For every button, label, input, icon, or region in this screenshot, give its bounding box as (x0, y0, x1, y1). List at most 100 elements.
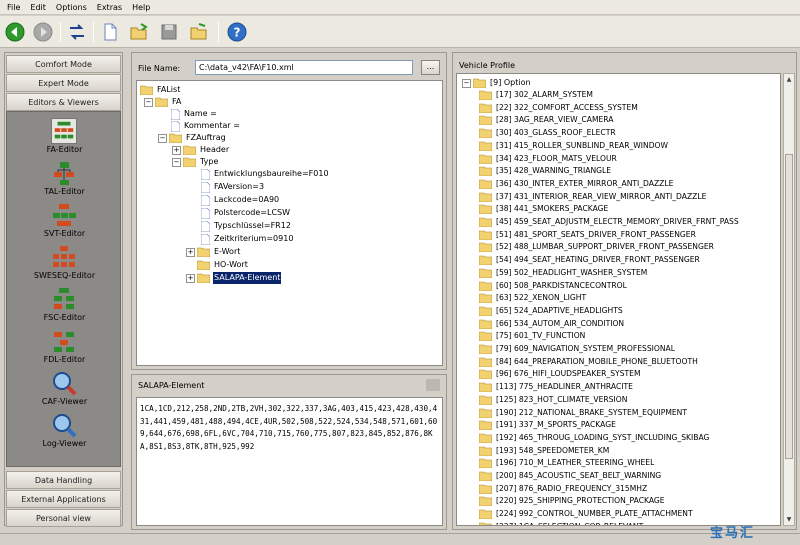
option-item[interactable]: [75] 601_TV_FUNCTION (479, 330, 586, 342)
caf-viewer-item[interactable]: CAF-Viewer (7, 370, 122, 412)
fa-editor-item[interactable]: FA-Editor (7, 118, 122, 160)
help-button[interactable]: ? (226, 21, 248, 43)
tree-node-typschluessel[interactable]: Typschlüssel=FR12 (201, 220, 292, 232)
option-item[interactable]: [63] 522_XENON_LIGHT (479, 292, 587, 304)
new-button[interactable] (99, 21, 121, 43)
open-button[interactable] (128, 21, 150, 43)
tree-label-option: [9] Option (490, 78, 531, 87)
option-item[interactable]: [207] 876_RADIO_FREQUENCY_315MHZ (479, 483, 648, 495)
option-item[interactable]: [193] 548_SPEEDOMETER_KM (479, 445, 610, 457)
editors-viewers-button[interactable]: Editors & Viewers (6, 93, 121, 111)
option-item[interactable]: [220] 925_SHIPPING_PROTECTION_PACKAGE (479, 495, 666, 507)
option-item[interactable]: [191] 337_M_SPORTS_PACKAGE (479, 419, 617, 431)
option-item[interactable]: [66] 534_AUTOM_AIR_CONDITION (479, 318, 625, 330)
tree-node-type[interactable]: − Type (172, 156, 219, 168)
option-item[interactable]: [30] 403_GLASS_ROOF_ELECTR (479, 127, 617, 139)
toolbar: ? (0, 16, 800, 48)
tree-node-ewort[interactable]: + E-Wort (186, 246, 241, 258)
tree-node-option[interactable]: − [9] Option (462, 77, 532, 89)
tree-node-zeitkriterium[interactable]: Zeitkriterium=0910 (201, 233, 294, 245)
tree-node-name[interactable]: Name = (171, 108, 218, 120)
option-item[interactable]: [51] 481_SPORT_SEATS_DRIVER_FRONT_PASSEN… (479, 229, 697, 241)
forward-button[interactable] (32, 21, 54, 43)
folder-icon (183, 157, 196, 167)
tree-node-lackcode[interactable]: Lackcode=0A90 (201, 194, 280, 206)
option-item[interactable]: [28] 3AG_REAR_VIEW_CAMERA (479, 114, 614, 126)
option-item[interactable]: [38] 441_SMOKERS_PACKAGE (479, 203, 609, 215)
option-item[interactable]: [31] 415_ROLLER_SUNBLIND_REAR_WINDOW (479, 140, 669, 152)
tal-editor-icon (54, 162, 74, 185)
external-applications-button[interactable]: External Applications (6, 490, 121, 508)
browse-button[interactable]: ... (421, 60, 440, 75)
collapse-toggle[interactable]: − (144, 97, 153, 107)
scrollbar-thumb[interactable] (785, 154, 793, 459)
tree-node-fzauftrag[interactable]: − FZAuftrag (158, 132, 227, 144)
option-item[interactable]: [22] 322_COMFORT_ACCESS_SYSTEM (479, 102, 639, 114)
data-handling-button[interactable]: Data Handling (6, 471, 121, 489)
collapse-toggle[interactable]: − (172, 157, 181, 167)
option-item[interactable]: [60] 508_PARKDISTANCECONTROL (479, 280, 628, 292)
option-item[interactable]: [35] 428_WARNING_TRIANGLE (479, 165, 612, 177)
option-item[interactable]: [200] 845_ACOUSTIC_SEAT_BELT_WARNING (479, 470, 662, 482)
tree-node-polstercode[interactable]: Polstercode=LCSW (201, 207, 291, 219)
file-name-input[interactable] (195, 60, 413, 75)
option-item[interactable]: [224] 992_CONTROL_NUMBER_PLATE_ATTACHMEN… (479, 508, 694, 520)
salapa-element-text[interactable]: 1CA,1CD,212,258,2ND,2TB,2VH,302,322,337,… (136, 397, 443, 526)
option-item[interactable]: [34] 423_FLOOR_MATS_VELOUR (479, 153, 618, 165)
tree-node-fa[interactable]: − FA (144, 96, 182, 108)
option-item[interactable]: [125] 823_HOT_CLIMATE_VERSION (479, 394, 628, 406)
option-item[interactable]: [196] 710_M_LEATHER_STEERING_WHEEL (479, 457, 655, 469)
option-item[interactable]: [192] 465_THROUG_LOADING_SYST_INCLUDING_… (479, 432, 710, 444)
menu-options[interactable]: Options (51, 0, 92, 15)
panel-pin-icon[interactable] (426, 379, 440, 391)
expert-mode-button[interactable]: Expert Mode (6, 74, 121, 92)
log-viewer-item[interactable]: Log-Viewer (7, 412, 122, 454)
transfer-button[interactable] (66, 21, 88, 43)
tree-node-faversion[interactable]: FAVersion=3 (201, 181, 265, 193)
tree-node-entwicklungsbaureihe[interactable]: Entwicklungsbaureihe=F010 (201, 168, 330, 180)
comfort-mode-button[interactable]: Comfort Mode (6, 55, 121, 73)
vertical-scrollbar[interactable]: ▲ ▼ (783, 73, 795, 526)
tree-node-salapa[interactable]: + SALAPA-Element (186, 272, 282, 284)
expand-toggle[interactable]: + (186, 247, 195, 257)
option-item[interactable]: [190] 212_NATIONAL_BRAKE_SYSTEM_EQUIPMEN… (479, 407, 688, 419)
collapse-toggle[interactable]: − (462, 78, 471, 88)
scroll-up-icon[interactable]: ▲ (784, 74, 794, 85)
tree-node-falist[interactable]: FAList (140, 84, 181, 96)
svt-editor-item[interactable]: SVT-Editor (7, 202, 122, 244)
option-item[interactable]: [113] 775_HEADLINER_ANTHRACITE (479, 381, 634, 393)
option-item[interactable]: [37] 431_INTERIOR_REAR_VIEW_MIRROR_ANTI_… (479, 191, 707, 203)
option-item[interactable]: [54] 494_SEAT_HEATING_DRIVER_FRONT_PASSE… (479, 254, 701, 266)
menu-extras[interactable]: Extras (92, 0, 127, 15)
option-item[interactable]: [45] 459_SEAT_ADJUSTM_ELECTR_MEMORY_DRIV… (479, 216, 740, 228)
menu-file[interactable]: File (2, 0, 25, 15)
fdl-editor-item[interactable]: FDL-Editor (7, 328, 122, 370)
option-item[interactable]: [36] 430_INTER_EXTER_MIRROR_ANTI_DAZZLE (479, 178, 674, 190)
expand-toggle[interactable]: + (186, 273, 195, 283)
sweseq-editor-item[interactable]: SWESEQ-Editor (7, 244, 122, 286)
collapse-toggle[interactable]: − (158, 133, 167, 143)
scroll-down-icon[interactable]: ▼ (784, 514, 794, 525)
option-item[interactable]: [96] 676_HIFI_LOUDSPEAKER_SYSTEM (479, 368, 642, 380)
option-item[interactable]: [59] 502_HEADLIGHT_WASHER_SYSTEM (479, 267, 648, 279)
expand-toggle[interactable]: + (172, 145, 181, 155)
menu-help[interactable]: Help (127, 0, 155, 15)
open-file-button[interactable] (188, 21, 210, 43)
menu-edit[interactable]: Edit (25, 0, 51, 15)
personal-view-button[interactable]: Personal view (6, 509, 121, 527)
tal-editor-item[interactable]: TAL-Editor (7, 160, 122, 202)
option-item-label: [51] 481_SPORT_SEATS_DRIVER_FRONT_PASSEN… (496, 229, 696, 239)
tree-node-howort[interactable]: HO-Wort (197, 259, 249, 271)
option-item[interactable]: [52] 488_LUMBAR_SUPPORT_DRIVER_FRONT_PAS… (479, 241, 715, 253)
option-item[interactable]: [227] 1CA_SELECTION_COP_RELEVANT (479, 521, 644, 525)
fsc-editor-item[interactable]: FSC-Editor (7, 286, 122, 328)
option-item[interactable]: [65] 524_ADAPTIVE_HEADLIGHTS (479, 305, 624, 317)
tree-node-header[interactable]: + Header (172, 144, 230, 156)
option-item[interactable]: [79] 609_NAVIGATION_SYSTEM_PROFESSIONAL (479, 343, 676, 355)
tree-node-kommentar[interactable]: Kommentar = (171, 120, 241, 132)
option-item[interactable]: [84] 644_PREPARATION_MOBILE_PHONE_BLUETO… (479, 356, 699, 368)
back-button[interactable] (4, 21, 26, 43)
save-button[interactable] (158, 21, 180, 43)
option-item[interactable]: [17] 302_ALARM_SYSTEM (479, 89, 594, 101)
document-icon (171, 120, 180, 132)
